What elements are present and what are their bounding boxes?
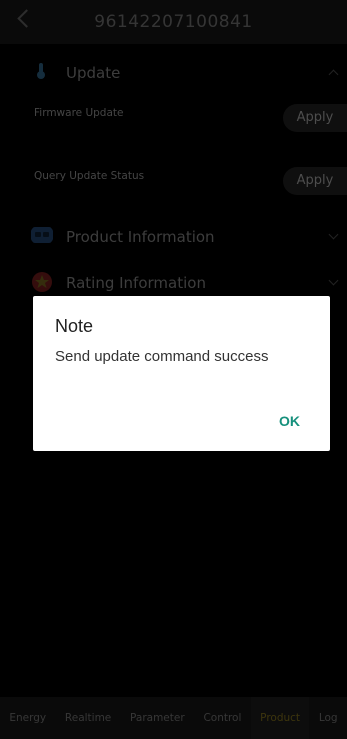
dialog-message: Send update command success — [55, 348, 269, 365]
ok-button[interactable]: OK — [279, 413, 300, 429]
note-dialog: Note Send update command success OK — [33, 296, 330, 451]
dialog-title: Note — [55, 316, 94, 336]
